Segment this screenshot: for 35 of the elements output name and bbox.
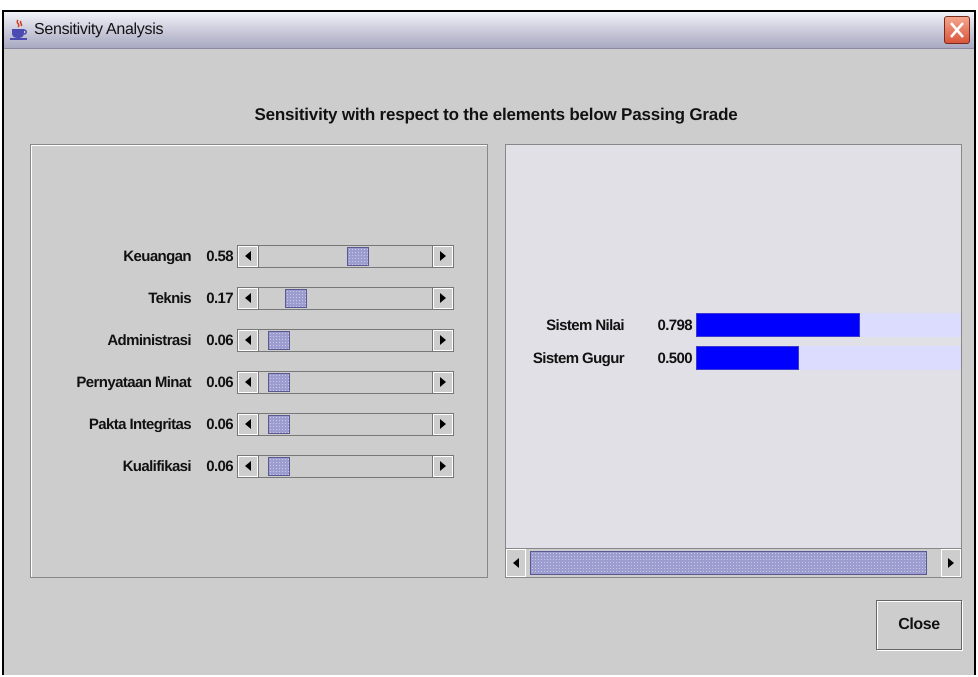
close-button[interactable]: Close [876,600,962,650]
slider-value: 0.17 [205,290,234,306]
slider-label: Administrasi [106,332,191,348]
slider-thumb[interactable] [268,330,290,350]
close-icon[interactable] [944,16,970,44]
slider-scrollbar[interactable] [237,286,454,310]
scrollbar-thumb[interactable] [530,551,927,575]
slider-thumb[interactable] [268,372,290,392]
slider-value: 0.06 [205,416,234,432]
horizontal-scrollbar[interactable] [506,548,961,577]
slider-value: 0.06 [205,458,234,474]
window-title: Sensitivity Analysis [34,21,164,39]
slider-value: 0.58 [205,248,234,264]
heading: Sensitivity with respect to the elements below Passing Grade [253,104,739,126]
slider-thumb[interactable] [268,414,290,434]
slider-thumb[interactable] [268,456,290,476]
slider-thumb[interactable] [346,246,369,266]
slider-scrollbar[interactable] [237,244,454,268]
slider-scrollbar[interactable] [237,370,454,394]
result-label: Sistem Nilai [545,316,624,334]
slider-scrollbar[interactable] [237,454,454,478]
slider-label: Pernyataan Minat [75,374,191,390]
coffee-cup-icon [10,19,28,41]
slider-thumb[interactable] [284,288,307,308]
result-value: 0.500 [656,350,693,366]
slider-value: 0.06 [205,374,234,390]
slider-scrollbar[interactable] [237,412,454,436]
slider-label: Kualifikasi [122,458,191,474]
slider-scrollbar[interactable] [237,328,454,352]
result-value: 0.798 [656,316,694,334]
slider-label: Pakta Integritas [88,416,191,432]
result-label: Sistem Gugur [532,350,624,366]
slider-label: Keuangan [122,248,191,264]
slider-label: Teknis [147,290,191,306]
slider-value: 0.06 [205,332,234,348]
